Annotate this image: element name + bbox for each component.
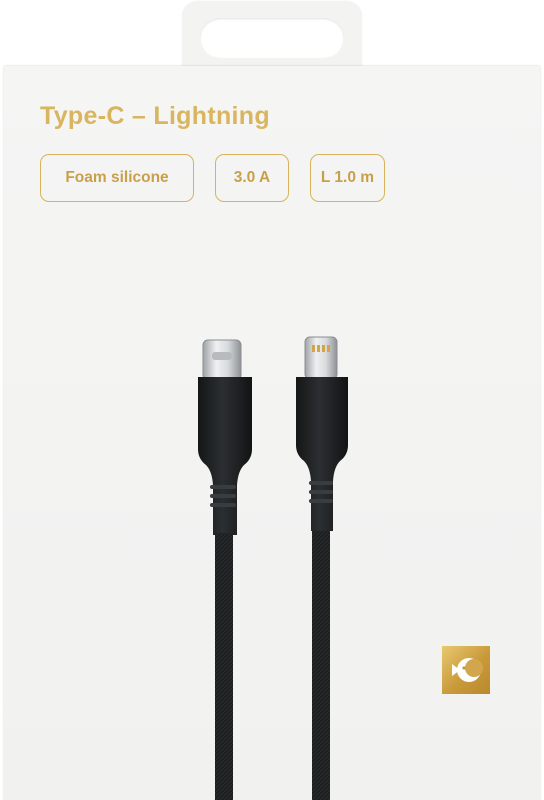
fish-logo-icon — [442, 646, 490, 694]
usb-c-connector — [198, 339, 252, 800]
lightning-connector — [296, 336, 348, 800]
